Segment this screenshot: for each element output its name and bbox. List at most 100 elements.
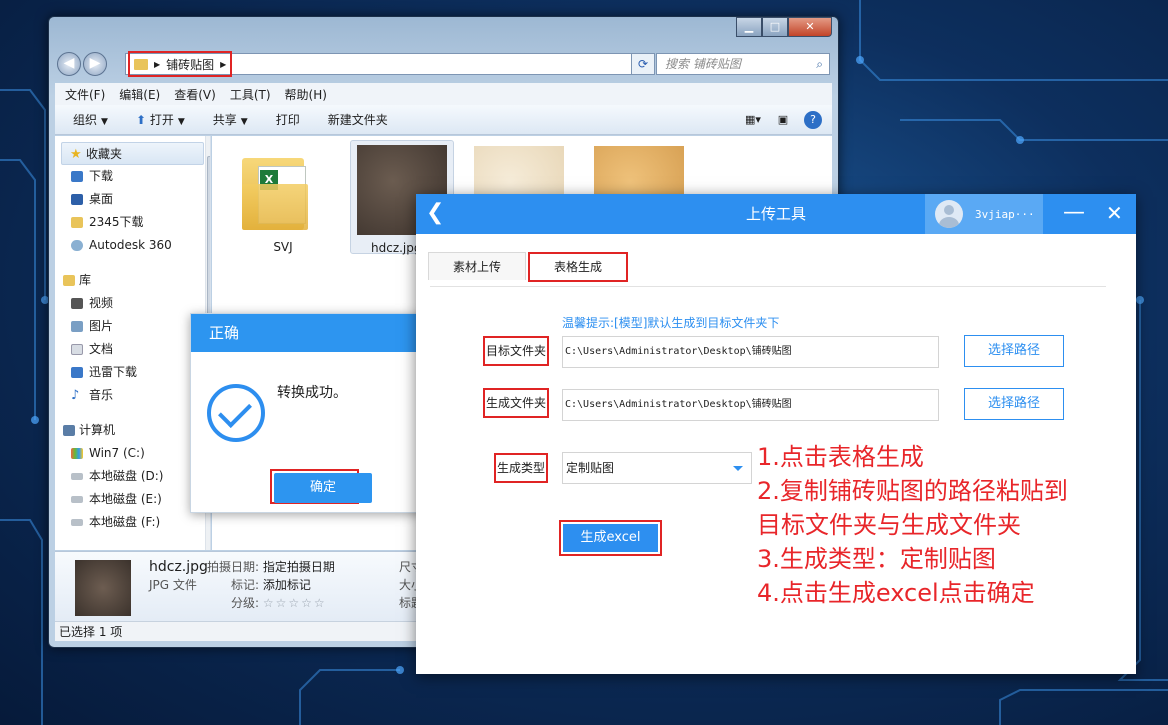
new-folder-button[interactable]: 新建文件夹 (328, 111, 388, 128)
instruction-overlay: 1.点击表格生成 2.复制铺砖贴图的路径粘贴到 目标文件夹与生成文件夹 3.生成… (757, 440, 1068, 610)
nav-item-autodesk[interactable]: Autodesk 360 (55, 234, 210, 257)
folder-icon (134, 58, 148, 70)
tab-material-upload[interactable]: 素材上传 (428, 252, 527, 280)
picture-icon (71, 321, 83, 332)
address-highlight: ▶ 铺砖贴图 ▶ (128, 51, 233, 77)
search-placeholder: 搜索 铺砖贴图 (665, 57, 741, 71)
download-icon (71, 367, 83, 378)
type-label: 生成类型 (494, 453, 549, 483)
search-icon[interactable]: ⌕ (816, 54, 823, 74)
drive-icon (71, 496, 83, 503)
details-thumbnail (75, 560, 131, 616)
nav-item-desktop[interactable]: 桌面 (55, 188, 210, 211)
details-filename: hdcz.jpg (149, 559, 208, 575)
hint-text: 温馨提示:[模型]默认生成到目标文件夹下 (562, 316, 780, 330)
menu-tools[interactable]: 工具(T) (230, 86, 271, 103)
share-button[interactable]: 共享 ▼ (213, 111, 248, 128)
window-controls: ▁ □ ✕ (736, 17, 832, 37)
libraries-header[interactable]: 库 (55, 269, 210, 292)
back-arrow-icon[interactable]: ❮ (426, 200, 444, 226)
target-choose-path-button[interactable]: 选择路径 (964, 335, 1064, 367)
maximize-button[interactable]: □ (762, 17, 788, 37)
date-value[interactable]: 指定拍摄日期 (263, 560, 335, 574)
nav-item-drive-d[interactable]: 本地磁盘 (D:) (55, 465, 210, 488)
details-filetype: JPG 文件 (149, 578, 197, 592)
desktop-icon (71, 194, 83, 205)
refresh-button[interactable]: ⟳ (631, 53, 655, 75)
ok-highlight: 确定 (270, 469, 372, 504)
print-button[interactable]: 打印 (276, 111, 300, 128)
help-icon[interactable]: ? (804, 111, 822, 129)
search-input[interactable]: 搜索 铺砖贴图 ⌕ (656, 53, 830, 75)
user-name: 3vjiap··· (975, 207, 1035, 221)
tab-table-generate[interactable]: 表格生成 (528, 252, 629, 282)
scroll-thumb[interactable] (207, 156, 210, 326)
nav-item-pictures[interactable]: 图片 (55, 315, 210, 338)
favorites-header[interactable]: ★ 收藏夹 (61, 142, 204, 165)
chevron-down-icon (733, 466, 743, 471)
dialog-message: 转换成功。 (277, 385, 347, 401)
view-options-icon[interactable]: ▦▾ (744, 111, 762, 129)
music-icon: ♪ (71, 388, 80, 403)
chevron-right-icon: ▶ (154, 59, 161, 69)
type-select[interactable]: 定制贴图 (562, 452, 752, 484)
instruction-step-3: 3.生成类型：定制贴图 (757, 545, 996, 573)
output-path-input[interactable]: C:\Users\Administrator\Desktop\铺砖贴图 (562, 389, 939, 421)
nav-item-downloads[interactable]: 下载 (55, 165, 210, 188)
ok-button[interactable]: 确定 (274, 473, 372, 503)
menu-edit[interactable]: 编辑(E) (119, 86, 160, 103)
windows-drive-icon (71, 448, 83, 459)
target-folder-label: 目标文件夹 (483, 336, 550, 366)
drive-icon (71, 473, 83, 480)
minimize-button[interactable]: ▁ (736, 17, 762, 37)
minimize-button[interactable]: — (1063, 200, 1085, 226)
tool-header: 上传工具 ❮ 3vjiap··· — ✕ (416, 194, 1136, 234)
menu-view[interactable]: 查看(V) (174, 86, 216, 103)
preview-pane-icon[interactable]: ▣ (774, 111, 792, 129)
user-menu[interactable]: 3vjiap··· (925, 194, 1043, 234)
nav-item-videos[interactable]: 视频 (55, 292, 210, 315)
details-meta: 拍摄日期: 指定拍摄日期 标记: 添加标记 分级: ☆☆☆☆☆ (207, 560, 335, 610)
avatar (935, 200, 963, 228)
nav-item-thunder[interactable]: 迅雷下载 (55, 361, 210, 384)
computer-header[interactable]: 计算机 (55, 419, 210, 442)
cloud-icon (71, 240, 83, 251)
tags-value[interactable]: 添加标记 (263, 578, 311, 592)
generate-excel-button[interactable]: 生成excel (563, 524, 658, 552)
video-icon (71, 298, 83, 309)
target-path-input[interactable]: C:\Users\Administrator\Desktop\铺砖贴图 (562, 336, 939, 368)
instruction-step-1: 1.点击表格生成 (757, 443, 924, 471)
file-name: SVJ (273, 240, 293, 254)
star-icon: ★ (70, 147, 82, 162)
back-button[interactable]: ◀ (57, 52, 81, 76)
file-item-svj[interactable]: X SVJ (242, 144, 324, 264)
type-select-value: 定制贴图 (566, 461, 615, 475)
organize-button[interactable]: 组织 ▼ (73, 111, 108, 128)
nav-item-drive-c[interactable]: Win7 (C:) (55, 442, 210, 465)
open-button[interactable]: ⬆ 打开 ▼ (136, 111, 185, 128)
folder-icon (71, 217, 83, 228)
nav-item-documents[interactable]: 文档 (55, 338, 210, 361)
dialog-title: 正确 (191, 314, 450, 352)
rating-stars[interactable]: ☆☆☆☆☆ (263, 596, 327, 610)
success-dialog: 正确 转换成功。 确定 (190, 313, 451, 513)
tab-divider (430, 286, 1106, 287)
open-icon: ⬆ (135, 113, 146, 127)
forward-button[interactable]: ▶ (83, 52, 107, 76)
menu-file[interactable]: 文件(F) (65, 86, 105, 103)
close-button[interactable]: ✕ (1106, 200, 1123, 226)
address-path[interactable]: 铺砖贴图 (166, 56, 214, 73)
address-bar[interactable]: ▶ 铺砖贴图 ▶ ▼ (125, 51, 655, 77)
tab-bar: 素材上传 表格生成 (428, 252, 629, 282)
nav-item-2345[interactable]: 2345下载 (55, 211, 210, 234)
nav-item-drive-f[interactable]: 本地磁盘 (F:) (55, 511, 210, 534)
nav-item-music[interactable]: ♪ 音乐 (55, 384, 210, 407)
generate-highlight: 生成excel (559, 520, 662, 556)
excel-folder-icon: X (242, 148, 314, 230)
instruction-step-4: 4.点击生成excel点击确定 (757, 579, 1035, 607)
nav-item-drive-e[interactable]: 本地磁盘 (E:) (55, 488, 210, 511)
close-button[interactable]: ✕ (788, 17, 832, 37)
instruction-step-2b: 目标文件夹与生成文件夹 (757, 511, 1021, 539)
output-choose-path-button[interactable]: 选择路径 (964, 388, 1064, 420)
menu-help[interactable]: 帮助(H) (285, 86, 327, 103)
